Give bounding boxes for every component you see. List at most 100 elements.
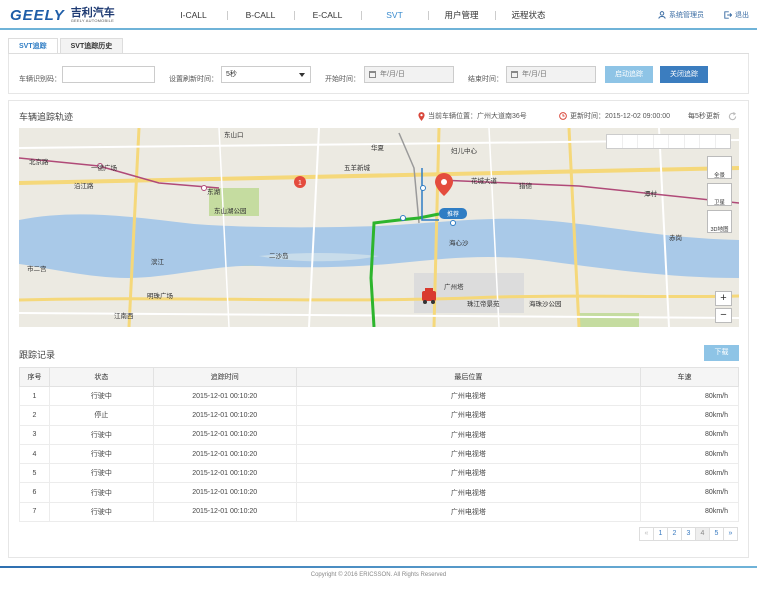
cell-speed: 80km/h [640, 443, 739, 465]
start-tracking-button[interactable]: 启动追踪 [605, 66, 653, 83]
cell-location: 广州电视塔 [295, 424, 642, 445]
column-header-index[interactable]: 序号 [19, 367, 50, 387]
cell-location: 广州电视塔 [295, 443, 642, 465]
map-label-tancun: 潭村 [644, 189, 658, 198]
footer-copyright: Copyright © 2016 ERICSSON. All Rights Re… [310, 572, 447, 578]
nav-item-svt[interactable]: SVT [361, 0, 428, 30]
map-label-mingzhu: 明珠广场 [147, 291, 174, 300]
tab-svt-history[interactable]: SVT追踪历史 [59, 38, 124, 54]
cell-time: 2015-12-01 00:10:20 [152, 424, 297, 445]
cell-time: 2015-12-01 00:10:20 [152, 405, 297, 426]
page-button-current[interactable]: 4 [695, 527, 710, 541]
end-time-label: 结束时间： [468, 76, 503, 83]
current-location: 当前车辆位置： 广州大道南36号 [418, 111, 527, 121]
map-edit-tool[interactable] [669, 135, 685, 148]
refresh-select[interactable]: 5秒 [221, 66, 311, 83]
start-date-input[interactable]: 年/月/日 [364, 66, 454, 83]
start-time-label: 开始时间： [325, 76, 360, 83]
page-button[interactable]: 3 [681, 527, 696, 541]
cell-time: 2015-12-01 00:10:20 [152, 443, 297, 465]
cell-speed: 80km/h [640, 463, 739, 484]
nav-item-user-mgmt[interactable]: 用户管理 [428, 0, 495, 30]
map-label-guangzhou-tower: 广州塔 [444, 282, 464, 291]
download-button[interactable]: 下载 [704, 345, 739, 361]
table-row[interactable]: 7 行驶中 2015-12-01 00:10:20 广州电视塔 80km/h [19, 501, 739, 523]
map-label-haibang: 海珠沙公园 [529, 299, 562, 308]
tracking-records-table: 序号 状态 追踪时间 最后位置 车速 1 行驶中 2015-12-01 00:10:… [19, 367, 739, 523]
tracking-map[interactable]: 1 推荐 北京路 一德广场 沿江路 东湖 东山口 东山湖公园 华夏 五羊新城 妇… [19, 128, 739, 327]
map-label-zhujiang-dijing: 珠江帝景苑 [467, 299, 500, 308]
map-search-tool[interactable] [623, 135, 638, 148]
table-row[interactable]: 2 停止 2015-12-01 00:10:20 广州电视塔 80km/h [19, 405, 739, 426]
page-button[interactable]: 1 [653, 527, 668, 541]
layer-full-button[interactable]: 全景 [707, 156, 732, 179]
cell-status: 行驶中 [48, 443, 154, 465]
nav-item-bcall[interactable]: B-CALL [227, 0, 294, 30]
layer-satellite-button[interactable]: 卫星 [707, 183, 732, 206]
location-pin-icon [418, 111, 425, 121]
zoom-out-button[interactable]: − [715, 308, 732, 323]
map-canvas: 1 推荐 北京路 一德广场 沿江路 东湖 东山口 东山湖公园 华夏 五羊新城 妇… [19, 128, 739, 327]
nav-item-icall[interactable]: I-CALL [160, 0, 227, 30]
map-label-huaxi: 华夏 [371, 143, 385, 152]
table-row[interactable]: 4 行驶中 2015-12-01 00:10:20 广州电视塔 80km/h [19, 443, 739, 465]
logout-label: 退出 [735, 12, 749, 19]
refresh-icon[interactable] [728, 111, 737, 121]
zoom-in-button[interactable]: + [715, 291, 732, 306]
stop-tracking-button[interactable]: 关闭追踪 [660, 66, 708, 83]
map-refresh-tool[interactable] [607, 135, 623, 148]
user-menu[interactable]: 系统管理员 [658, 10, 704, 20]
cell-status: 行驶中 [48, 463, 154, 484]
cell-speed: 80km/h [640, 424, 739, 445]
map-print-tool[interactable] [685, 135, 700, 148]
nav-item-ecall[interactable]: E-CALL [294, 0, 361, 30]
map-label-jiangnan: 江南西 [114, 311, 134, 320]
map-share-tool[interactable] [654, 135, 669, 148]
map-label-beijing-road: 北京路 [29, 157, 49, 166]
nav-item-remote-status[interactable]: 远程状态 [495, 0, 562, 30]
end-date-placeholder: 年/月/日 [522, 71, 547, 78]
logo-cn-name: 吉利汽车 [70, 6, 115, 19]
map-fullscreen-tool[interactable] [716, 135, 731, 148]
tab-svt-tracking[interactable]: SVT追踪 [8, 38, 58, 54]
poi-marker[interactable]: 1 [294, 176, 306, 188]
geely-logo[interactable]: GEELY 吉利汽车 GEELY AUTOMOBILE [10, 6, 115, 24]
recommend-label: 推荐 [447, 210, 459, 218]
column-header-speed[interactable]: 车速 [640, 367, 739, 387]
cell-speed: 80km/h [640, 405, 739, 426]
location-label: 当前车辆位置： [428, 113, 477, 120]
update-value: 2015-12-02 09:00:00 [605, 112, 670, 120]
prev-page-button[interactable]: « [639, 527, 654, 541]
map-locate-tool[interactable] [700, 135, 716, 148]
logo-en-name: GEELY AUTOMOBILE [70, 17, 114, 23]
vin-input[interactable] [62, 66, 155, 83]
user-icon [658, 11, 666, 19]
logout-button[interactable]: 退出 [724, 10, 749, 20]
map-label-riverside-road: 沿江路 [74, 181, 94, 190]
layer-3d-button[interactable]: 3D地图 [707, 210, 732, 233]
chevron-down-icon [299, 73, 305, 77]
map-section-title: 车辆追踪轨迹 [19, 112, 74, 122]
calendar-icon [511, 71, 518, 78]
table-row[interactable]: 3 行驶中 2015-12-01 00:10:20 广州电视塔 80km/h [19, 424, 739, 445]
update-time: 更新时间： 2015-12-02 09:00:00 [559, 111, 670, 121]
table-row[interactable]: 6 行驶中 2015-12-01 00:10:20 广州电视塔 80km/h [19, 482, 739, 503]
map-measure-tool[interactable] [638, 135, 654, 148]
recommend-marker[interactable]: 推荐 [439, 208, 467, 219]
cell-speed: 80km/h [640, 501, 739, 523]
table-row[interactable]: 5 行驶中 2015-12-01 00:10:20 广州电视塔 80km/h [19, 463, 739, 484]
refresh-interval: 每5秒更新 [688, 111, 737, 121]
cell-time: 2015-12-01 00:10:20 [152, 463, 297, 484]
page-button[interactable]: 2 [667, 527, 682, 541]
column-header-time[interactable]: 追踪时间 [152, 367, 297, 387]
cell-index: 1 [19, 385, 50, 407]
cell-speed: 80km/h [640, 385, 739, 407]
column-header-status[interactable]: 状态 [48, 367, 154, 387]
column-header-location[interactable]: 最后位置 [295, 367, 642, 387]
cell-index: 4 [19, 443, 50, 465]
records-title: 跟踪记录 [19, 350, 56, 360]
end-date-input[interactable]: 年/月/日 [506, 66, 596, 83]
page-button[interactable]: 5 [709, 527, 724, 541]
table-row[interactable]: 1 行驶中 2015-12-01 00:10:20 广州电视塔 80km/h [19, 385, 739, 407]
next-page-button[interactable]: » [723, 527, 738, 541]
